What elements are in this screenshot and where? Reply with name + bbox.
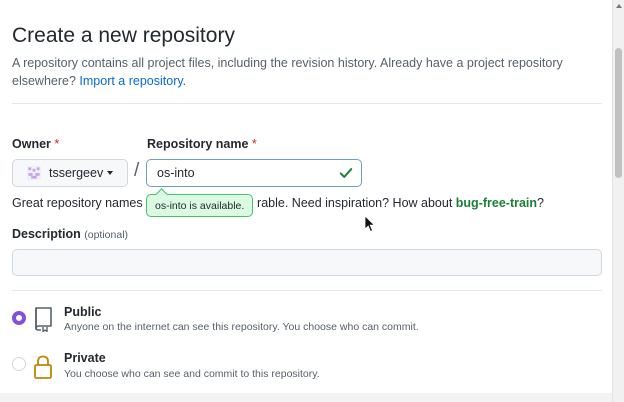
description-input[interactable] (12, 249, 602, 276)
page-subtitle: A repository contains all project files,… (12, 54, 572, 90)
description-optional-tag: (optional) (84, 229, 129, 241)
owner-repo-separator: / (134, 160, 140, 181)
import-repository-link[interactable]: Import a repository. (79, 74, 186, 88)
visibility-divider (12, 290, 602, 291)
repo-name-label-text: Repository name (147, 137, 249, 151)
public-title: Public (64, 305, 102, 319)
repo-icon (35, 307, 52, 332)
hint-after: rable. Need inspiration? How about (257, 196, 456, 210)
private-radio[interactable] (12, 357, 26, 371)
owner-select[interactable]: tssergeev (12, 159, 128, 187)
scrollbar-thumb[interactable] (615, 48, 622, 178)
public-description: Anyone on the internet can see this repo… (64, 321, 419, 333)
private-description: You choose who can see and commit to thi… (64, 368, 320, 380)
public-radio[interactable] (12, 311, 26, 325)
repo-name-required-mark: * (251, 137, 257, 151)
check-icon (339, 168, 353, 178)
header-divider (12, 103, 602, 104)
scroll-up-arrow-icon[interactable] (616, 4, 622, 8)
owner-required-mark: * (54, 137, 60, 151)
hint-before: Great repository names a (12, 196, 154, 210)
suggested-name-link[interactable]: bug-free-train (456, 196, 537, 210)
chevron-down-icon (107, 171, 114, 175)
mouse-cursor-icon (364, 215, 376, 233)
hint-end: ? (537, 196, 544, 210)
owner-label-text: Owner (12, 137, 51, 151)
lock-icon (34, 355, 52, 379)
page-title: Create a new repository (12, 24, 235, 47)
repo-name-input[interactable] (157, 166, 327, 180)
owner-name: tssergeev (49, 166, 104, 180)
owner-label: Owner * (12, 137, 59, 151)
bottom-strip (0, 393, 612, 402)
identicon-avatar (27, 166, 41, 180)
repo-name-label: Repository name * (147, 137, 257, 151)
vertical-scrollbar[interactable] (612, 0, 624, 402)
private-title: Private (64, 351, 106, 365)
description-label-text: Description (12, 227, 81, 241)
create-repository-page: Create a new repository A repository con… (0, 0, 612, 402)
repo-name-hint: Great repository names a rable. Need insp… (12, 196, 544, 210)
description-label: Description (optional) (12, 227, 128, 241)
repo-name-field[interactable] (146, 159, 362, 187)
availability-tooltip: os-into is available. (146, 194, 254, 217)
